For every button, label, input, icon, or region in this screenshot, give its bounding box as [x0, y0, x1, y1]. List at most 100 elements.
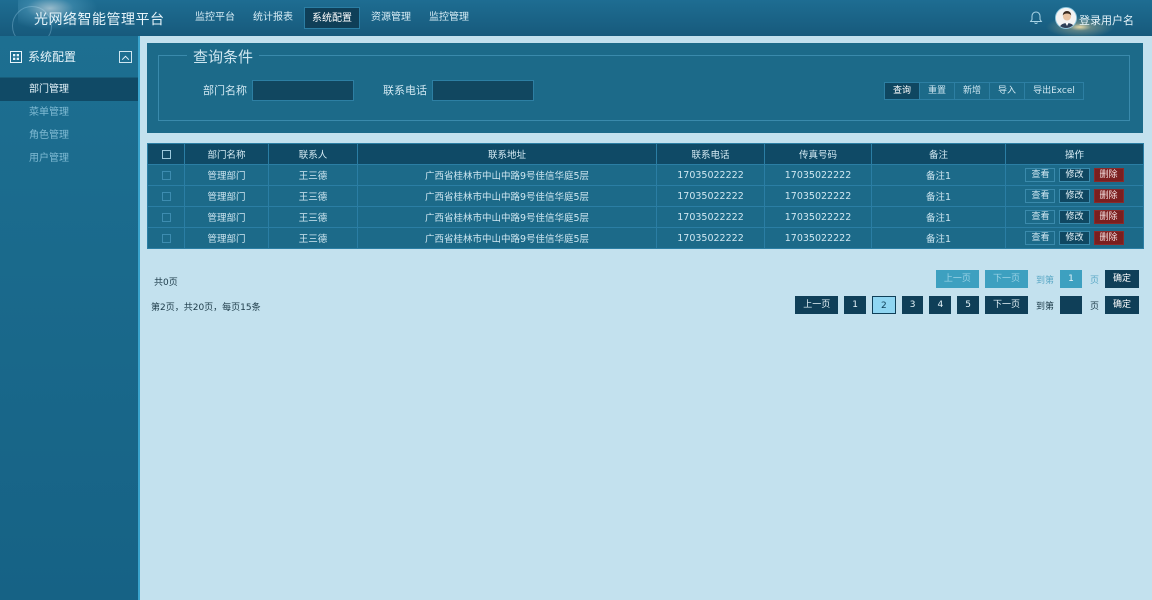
- nav-item-system-config[interactable]: 系统配置: [304, 7, 360, 29]
- col-header-contact: 联系人: [269, 144, 358, 165]
- edit-button[interactable]: 修改: [1059, 189, 1089, 203]
- delete-button[interactable]: 删除: [1094, 168, 1124, 182]
- cell-address: 广西省桂林市中山中路9号佳信华庭5层: [358, 165, 657, 186]
- col-header-address: 联系地址: [358, 144, 657, 165]
- avatar[interactable]: [1055, 7, 1077, 29]
- delete-button[interactable]: 删除: [1094, 231, 1124, 245]
- cell-actions: 查看修改删除: [1006, 186, 1144, 207]
- row-checkbox[interactable]: [162, 192, 171, 201]
- nav-item-resource-management[interactable]: 资源管理: [364, 7, 418, 29]
- page-button-3[interactable]: 3: [902, 296, 924, 314]
- cell-phone: 17035022222: [657, 228, 765, 249]
- pager1-goto-label: 到第: [1036, 273, 1054, 286]
- pager1-prev-button[interactable]: 上一页: [936, 270, 979, 288]
- sidebar-item-dept-management[interactable]: 部门管理: [0, 78, 138, 101]
- cell-address: 广西省桂林市中山中路9号佳信华庭5层: [358, 186, 657, 207]
- main-nav: 监控平台 统计报表 系统配置 资源管理 监控管理: [188, 7, 476, 29]
- import-button[interactable]: 导入: [989, 82, 1025, 100]
- page-button-5[interactable]: 5: [957, 296, 979, 314]
- pager1: 上一页 下一页 到第 1 页 确定: [930, 270, 1139, 288]
- edit-button[interactable]: 修改: [1059, 210, 1089, 224]
- pager2-confirm-button[interactable]: 确定: [1105, 296, 1139, 314]
- pager2-summary: 第2页，共20页，每页15条: [151, 300, 261, 313]
- col-header-fax: 传真号码: [765, 144, 872, 165]
- user-name[interactable]: 登录用户名: [1079, 12, 1134, 28]
- cell-remark: 备注1: [872, 228, 1006, 249]
- export-excel-button[interactable]: 导出Excel: [1024, 82, 1084, 100]
- cell-fax: 17035022222: [765, 165, 872, 186]
- dept-name-label: 部门名称: [203, 82, 247, 98]
- sidebar-item-user-management[interactable]: 用户管理: [0, 147, 138, 170]
- grid-icon: [10, 51, 22, 63]
- sidebar-menu: 部门管理 菜单管理 角色管理 用户管理: [0, 78, 138, 170]
- cell-remark: 备注1: [872, 186, 1006, 207]
- cell-contact: 王三德: [269, 186, 358, 207]
- sidebar: 系统配置 部门管理 菜单管理 角色管理 用户管理: [0, 36, 140, 600]
- cell-dept: 管理部门: [185, 165, 269, 186]
- table-header-row: 部门名称 联系人 联系地址 联系电话 传真号码 备注 操作: [148, 144, 1144, 165]
- delete-button[interactable]: 删除: [1094, 189, 1124, 203]
- edit-button[interactable]: 修改: [1059, 168, 1089, 182]
- col-header-remark: 备注: [872, 144, 1006, 165]
- col-header-dept: 部门名称: [185, 144, 269, 165]
- view-button[interactable]: 查看: [1025, 231, 1055, 245]
- select-all-checkbox[interactable]: [162, 150, 171, 159]
- pager1-page-unit: 页: [1090, 273, 1099, 286]
- query-panel: 查询条件 部门名称 联系电话 查询 重置 新增 导入 导出Excel: [147, 43, 1143, 133]
- cell-dept: 管理部门: [185, 228, 269, 249]
- pager2-prev-button[interactable]: 上一页: [795, 296, 838, 314]
- sidebar-item-role-management[interactable]: 角色管理: [0, 124, 138, 147]
- cell-fax: 17035022222: [765, 228, 872, 249]
- chevron-up-icon: [120, 53, 131, 63]
- edit-button[interactable]: 修改: [1059, 231, 1089, 245]
- page-button-4[interactable]: 4: [929, 296, 951, 314]
- nav-item-monitor-platform[interactable]: 监控平台: [188, 7, 242, 29]
- sidebar-title: 系统配置: [28, 48, 76, 65]
- cell-contact: 王三德: [269, 207, 358, 228]
- pager2-goto-label: 到第: [1036, 299, 1054, 312]
- row-checkbox[interactable]: [162, 234, 171, 243]
- view-button[interactable]: 查看: [1025, 168, 1055, 182]
- reset-button[interactable]: 重置: [919, 82, 955, 100]
- phone-input[interactable]: [432, 80, 534, 101]
- dept-name-input[interactable]: [252, 80, 354, 101]
- dept-table: 部门名称 联系人 联系地址 联系电话 传真号码 备注 操作 管理部门 王三德 广…: [147, 143, 1144, 249]
- page-button-2[interactable]: 2: [872, 296, 896, 314]
- sidebar-collapse-button[interactable]: [119, 51, 132, 63]
- pager2: 上一页 1 2 3 4 5 下一页 到第 页 确定: [789, 296, 1139, 314]
- top-header: 光网络智能管理平台 监控平台 统计报表 系统配置 资源管理 监控管理 登录用户名: [0, 0, 1152, 36]
- table-row: 管理部门 王三德 广西省桂林市中山中路9号佳信华庭5层 17035022222 …: [148, 228, 1144, 249]
- dept-table-container: 部门名称 联系人 联系地址 联系电话 传真号码 备注 操作 管理部门 王三德 广…: [147, 143, 1143, 249]
- cell-dept: 管理部门: [185, 186, 269, 207]
- delete-button[interactable]: 删除: [1094, 210, 1124, 224]
- nav-item-statistics[interactable]: 统计报表: [246, 7, 300, 29]
- table-row: 管理部门 王三德 广西省桂林市中山中路9号佳信华庭5层 17035022222 …: [148, 186, 1144, 207]
- pager1-confirm-button[interactable]: 确定: [1105, 270, 1139, 288]
- pager2-page-input[interactable]: [1060, 296, 1082, 314]
- pager1-next-button[interactable]: 下一页: [985, 270, 1028, 288]
- row-checkbox[interactable]: [162, 213, 171, 222]
- sidebar-header: 系统配置: [0, 36, 138, 78]
- nav-item-monitor-management[interactable]: 监控管理: [422, 7, 476, 29]
- col-header-actions: 操作: [1006, 144, 1144, 165]
- select-all-cell[interactable]: [148, 144, 185, 165]
- row-checkbox[interactable]: [162, 171, 171, 180]
- table-row: 管理部门 王三德 广西省桂林市中山中路9号佳信华庭5层 17035022222 …: [148, 165, 1144, 186]
- cell-phone: 17035022222: [657, 165, 765, 186]
- page-button-1[interactable]: 1: [844, 296, 866, 314]
- pager2-next-button[interactable]: 下一页: [985, 296, 1028, 314]
- view-button[interactable]: 查看: [1025, 210, 1055, 224]
- add-button[interactable]: 新增: [954, 82, 990, 100]
- cell-fax: 17035022222: [765, 207, 872, 228]
- view-button[interactable]: 查看: [1025, 189, 1055, 203]
- phone-label: 联系电话: [383, 82, 427, 98]
- cell-remark: 备注1: [872, 207, 1006, 228]
- query-button-group: 查询 重置 新增 导入 导出Excel: [885, 82, 1084, 100]
- cell-remark: 备注1: [872, 165, 1006, 186]
- cell-actions: 查看修改删除: [1006, 165, 1144, 186]
- pager2-page-unit: 页: [1090, 299, 1099, 312]
- sidebar-item-menu-management[interactable]: 菜单管理: [0, 101, 138, 124]
- search-button[interactable]: 查询: [884, 82, 920, 100]
- cell-phone: 17035022222: [657, 207, 765, 228]
- pager1-page-input[interactable]: 1: [1060, 270, 1082, 288]
